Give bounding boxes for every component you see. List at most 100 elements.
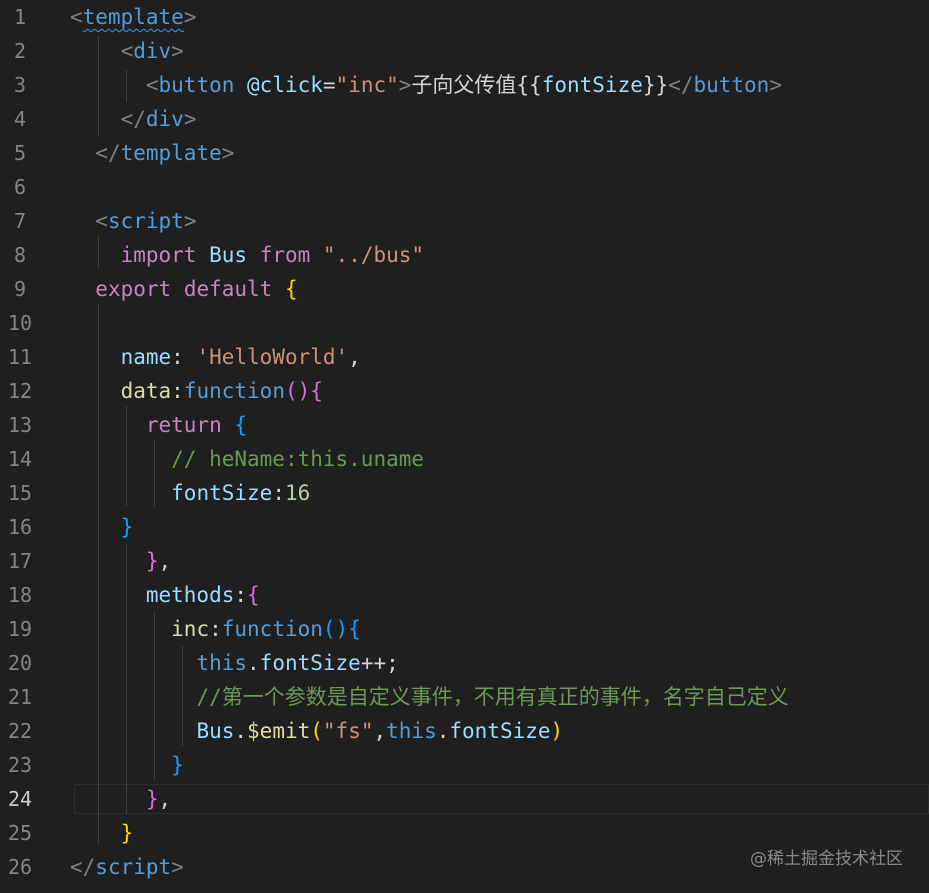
code-token: } xyxy=(145,549,159,573)
code-token: //第一个参数是自定义事件，不用有真正的事件，名字自己定义 xyxy=(196,685,789,709)
line-number: 26 xyxy=(7,855,33,879)
code-text: <button @click="inc">子向父传值{{fontSize}}</… xyxy=(70,68,782,102)
line-number: 13 xyxy=(7,413,33,437)
code-token: div xyxy=(133,39,172,63)
line-number: 6 xyxy=(13,175,27,199)
code-token: { xyxy=(234,413,248,437)
code-token: : xyxy=(209,617,222,641)
code-line[interactable]: 2 <div> xyxy=(0,34,929,68)
code-line[interactable]: 5 </template> xyxy=(0,136,929,170)
code-line[interactable]: 17 }, xyxy=(0,544,929,578)
code-line[interactable]: 23 } xyxy=(0,748,929,782)
code-token: fontSize xyxy=(171,481,273,505)
code-token: : xyxy=(171,345,197,369)
code-line[interactable]: 21 //第一个参数是自定义事件，不用有真正的事件，名字自己定义 xyxy=(0,680,929,714)
line-number: 24 xyxy=(7,787,33,811)
code-text: export default { xyxy=(70,272,297,306)
code-token: , xyxy=(373,719,387,743)
code-line[interactable]: 7 <script> xyxy=(0,204,929,238)
indent-guide xyxy=(98,304,99,844)
code-text: // heName:this.uname xyxy=(70,442,424,476)
code-token: > xyxy=(183,107,197,131)
code-token: { xyxy=(247,583,260,607)
code-token: ++; xyxy=(360,651,399,675)
code-token: methods xyxy=(145,583,235,607)
line-number: 14 xyxy=(7,447,33,471)
code-token: } xyxy=(145,787,159,811)
code-token: () xyxy=(322,617,349,641)
code-text: inc:function(){ xyxy=(70,612,361,646)
code-token: </ xyxy=(120,107,146,131)
code-token: fontSize xyxy=(541,73,643,97)
code-token: } xyxy=(120,821,134,845)
code-line[interactable]: 15 fontSize:16 xyxy=(0,476,929,510)
code-line[interactable]: 13 return { xyxy=(0,408,929,442)
code-line[interactable]: 20 this.fontSize++; xyxy=(0,646,929,680)
code-line[interactable]: 8 import Bus from "../bus" xyxy=(0,238,929,272)
code-line[interactable]: 4 </div> xyxy=(0,102,929,136)
code-line[interactable]: 3 <button @click="inc">子向父传值{{fontSize}}… xyxy=(0,68,929,102)
indent-guide xyxy=(98,236,99,268)
code-line[interactable]: 10 xyxy=(0,306,929,340)
code-token: > xyxy=(398,73,412,97)
line-number: 9 xyxy=(13,277,27,301)
code-token: > xyxy=(171,855,184,879)
code-token: function xyxy=(221,617,323,641)
code-text: }, xyxy=(70,782,171,816)
code-token: > xyxy=(769,73,782,97)
code-text: <div> xyxy=(70,34,184,68)
line-number: 25 xyxy=(7,821,33,845)
line-number: 10 xyxy=(7,311,33,335)
code-line[interactable]: 9 export default { xyxy=(0,272,929,306)
code-line[interactable]: 6 xyxy=(0,170,929,204)
code-token: div xyxy=(145,107,184,131)
code-token: </ xyxy=(70,855,96,879)
code-line[interactable]: 24 }, xyxy=(0,782,929,816)
code-line[interactable]: 19 inc:function(){ xyxy=(0,612,929,646)
code-editor[interactable]: 1 <template> 2 <div> 3 <button @click="inc"… xyxy=(0,0,929,893)
code-line[interactable]: 11 name: 'HelloWorld', xyxy=(0,340,929,374)
line-number: 11 xyxy=(7,345,33,369)
code-text: data:function(){ xyxy=(70,374,323,408)
code-token: return xyxy=(145,413,222,437)
code-text: </script> xyxy=(70,850,184,884)
code-token: ) xyxy=(550,719,564,743)
code-line[interactable]: 1 <template> xyxy=(0,0,929,34)
code-token: this xyxy=(196,651,248,675)
code-token: 16 xyxy=(284,481,311,505)
code-token: > xyxy=(221,141,235,165)
code-line[interactable]: 14 // heName:this.uname xyxy=(0,442,929,476)
code-token: < xyxy=(145,73,159,97)
line-number: 22 xyxy=(7,719,33,743)
code-token: : xyxy=(234,583,248,607)
line-number: 17 xyxy=(7,549,33,573)
line-number: 21 xyxy=(7,685,33,709)
code-line[interactable]: 16 } xyxy=(0,510,929,544)
code-token: 'HelloWorld' xyxy=(196,345,349,369)
code-line[interactable]: 18 methods:{ xyxy=(0,578,929,612)
code-line[interactable]: 22 Bus.$emit("fs",this.fontSize) xyxy=(0,714,929,748)
code-token: from xyxy=(259,243,311,267)
code-line[interactable]: 12 data:function(){ xyxy=(0,374,929,408)
code-token: fontSize xyxy=(449,719,551,743)
code-text: } xyxy=(70,816,134,850)
indent-guide xyxy=(98,36,99,136)
code-token: : xyxy=(171,379,184,403)
code-token: "inc" xyxy=(335,73,399,97)
code-token: , xyxy=(158,549,172,573)
code-token: "fs" xyxy=(322,719,374,743)
